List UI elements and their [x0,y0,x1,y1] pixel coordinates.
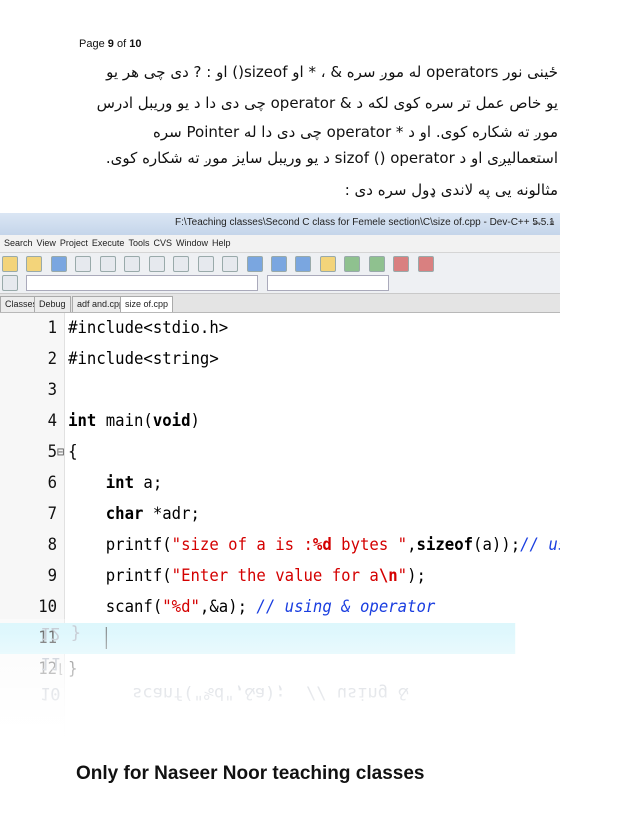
run-icon[interactable] [344,256,361,272]
restore-icon[interactable]: ▫ [550,215,554,229]
code-text: printf("Enter the value for a\n"); [68,566,426,586]
intro-line-2: یو خاص عمل تر سره کوی لکه د & operator چ… [96,94,558,112]
ide-title-bar: F:\Teaching classes\Second C class for F… [0,213,560,236]
code-line[interactable]: 9 printf("Enter the value for a\n"); [0,561,515,592]
undo-icon[interactable] [148,256,165,272]
code-line[interactable]: 8 printf("size of a is :%d bytes ",sizeo… [0,530,560,561]
globals-icon[interactable] [2,275,18,291]
save-all-icon[interactable] [75,256,92,272]
find-icon[interactable] [197,256,214,272]
page-of: of [116,38,127,50]
compile-icon[interactable] [319,256,336,272]
line-number: 7 [47,504,58,524]
line-number: 6 [47,473,58,493]
menu-item-cvs[interactable]: CVS [153,235,172,252]
page-label: Page [79,38,105,50]
compile-run-icon[interactable] [368,256,385,272]
code-text: #include<stdio.h> [68,318,229,338]
code-text: printf("size of a is :%d bytes ",sizeof(… [68,535,560,555]
menu-item-window[interactable]: Window [176,235,208,252]
code-line[interactable]: 3 [0,375,515,406]
footer-note: Only for Naseer Noor teaching classes [76,763,425,784]
compiler-combo[interactable] [266,275,389,291]
open-file-icon[interactable] [26,256,43,272]
line-number: 5 [47,442,58,462]
menu-item-view[interactable]: View [37,235,56,252]
code-text: int a; [105,473,163,493]
save-icon[interactable] [50,256,67,272]
new-file-icon[interactable] [2,256,18,272]
code-line[interactable]: 7 char *adr; [0,499,515,530]
code-text: char *adr; [105,504,200,524]
rebuild-icon[interactable] [393,256,410,272]
line-number: 8 [47,535,58,555]
fold-marker-icon[interactable]: ⊟ [57,437,66,468]
ide-tab-bar: Classes Debug adf and.cpp size of.cpp [0,294,560,313]
code-text: int main(void) [68,411,200,431]
intro-line-3: موږ ته شکاره کوی. او د * operator چی دی … [153,123,558,141]
unindent-icon[interactable] [295,256,312,272]
ide-menu-bar: Search View Project Execute Tools CVS Window He… [0,235,560,253]
print-icon[interactable] [124,256,141,272]
code-line[interactable]: 6 int a; [0,468,515,499]
close-file-icon[interactable] [99,256,116,272]
goto-line-icon[interactable] [246,256,263,272]
line-number: 9 [47,566,58,586]
menu-item-project[interactable]: Project [60,235,88,252]
line-number: 1 [47,318,58,338]
code-line[interactable]: 2 #include<string> [0,344,515,375]
ide-screenshot: F:\Teaching classes\Second C class for F… [0,213,560,743]
code-text: { [68,442,78,462]
tab-size-of-cpp[interactable]: size of.cpp [120,296,174,312]
menu-item-execute[interactable]: Execute [92,235,125,252]
intro-line-4: استعمالیږی او د sizof () operator د یو و… [105,149,558,167]
intro-line-5: مثالونه یی په لاندی ډول سره دی : [344,181,558,199]
line-number: 2 [47,349,58,369]
code-text: #include<string> [68,349,219,369]
menu-item-search[interactable]: Search [4,235,33,252]
globals-combo[interactable] [26,275,259,291]
replace-icon[interactable] [222,256,239,272]
tab-debug[interactable]: Debug [34,296,71,312]
ide-window-title: F:\Teaching classes\Second C class for F… [175,217,555,228]
ide-toolbar [0,253,560,294]
code-line[interactable]: 1 #include<stdio.h> [0,313,515,344]
line-number: 3 [47,380,58,400]
debug-icon[interactable] [417,256,434,272]
line-number: 4 [47,411,58,431]
page-number: Page 9 of 10 [79,38,141,50]
page-current: 9 [107,38,114,50]
indent-icon[interactable] [270,256,287,272]
menu-item-help[interactable]: Help [212,235,231,252]
redo-icon[interactable] [173,256,190,272]
minimize-icon[interactable]: ‒ [534,215,541,229]
page-total: 10 [129,38,142,50]
menu-item-tools[interactable]: Tools [128,235,149,252]
intro-line-1: ځینی نور operators له موږ سره & ، * او s… [106,63,558,81]
code-line[interactable]: 5 ⊟{ [0,437,515,468]
fade-overlay [0,633,560,743]
code-line[interactable]: 4 int main(void) [0,406,515,437]
